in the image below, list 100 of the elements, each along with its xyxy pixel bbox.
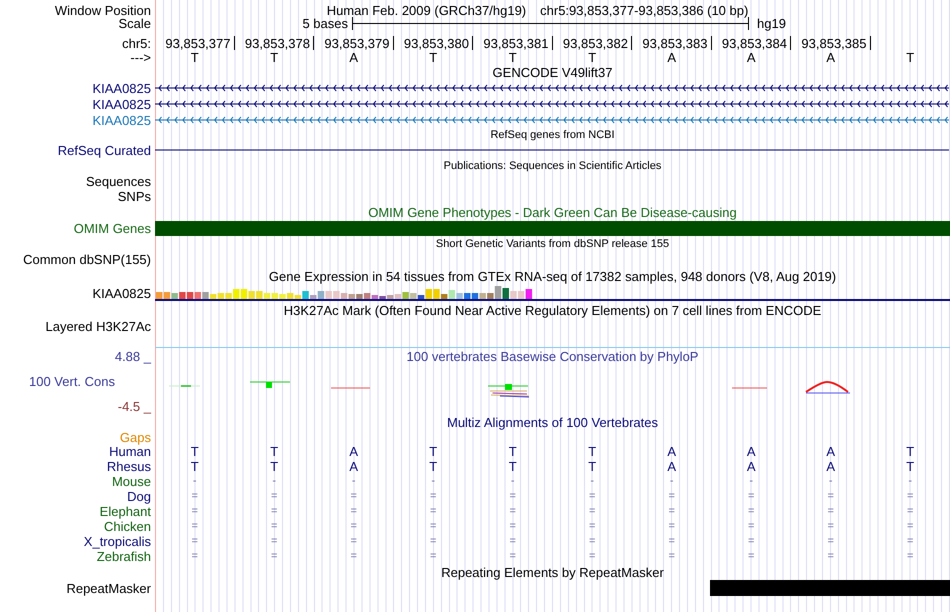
track-label[interactable]: Chicken (104, 520, 151, 533)
alignment-base: T (588, 445, 596, 458)
coordinate-label: 93,853,381 (483, 36, 548, 50)
tick-mark (392, 36, 394, 50)
alignment-base: = (510, 506, 516, 517)
alignment-base: A (667, 460, 676, 473)
alignment-base: = (668, 491, 675, 502)
alignment-base: A (667, 445, 676, 458)
alignment-base: - (352, 476, 356, 487)
coordinate-label: 93,853,379 (324, 36, 390, 50)
alignment-base: = (748, 506, 754, 517)
track-label[interactable]: OMIM Genes (74, 222, 151, 235)
alignment-base: A (349, 445, 358, 458)
tick-mark (710, 36, 712, 50)
alignment-base: = (271, 551, 278, 562)
track-label[interactable]: Common dbSNP(155) (23, 253, 151, 266)
alignment-base: T (270, 445, 278, 458)
alignment-base: = (192, 506, 198, 517)
alignment-base: = (192, 521, 198, 532)
base-letter: A (349, 50, 358, 64)
alignment-base: = (271, 536, 278, 547)
alignment-base: A (826, 460, 836, 473)
assembly-title: Human Feb. 2009 (GRCh37/hg19) (326, 4, 526, 16)
alignment-base: A (746, 460, 756, 473)
alignment-base: = (907, 551, 914, 562)
alignment-base: T (190, 460, 199, 473)
alignment-base: T (270, 460, 278, 473)
alignment-base: = (430, 521, 436, 532)
alignment-base: T (906, 460, 914, 473)
alignment-base: = (430, 551, 436, 562)
alignment-base: - (431, 476, 436, 487)
track-label[interactable]: KIAA0825 (92, 82, 151, 94)
track-label[interactable]: Layered H3K27Ac (45, 320, 151, 332)
track-label[interactable]: KIAA0825 (92, 114, 151, 126)
alignment-base: = (192, 536, 198, 547)
track-title: Gene Expression in 54 tissues from GTEx RNA-seq of 17382 samples, 948 donors (V8, Aug 2019) (268, 270, 836, 282)
track-label[interactable]: KIAA0825 (92, 98, 151, 110)
alignment-base: T (190, 445, 199, 458)
alignment-base: = (350, 491, 357, 502)
track-label[interactable]: Elephant (100, 505, 151, 518)
track-title: OMIM Gene Phenotypes - Dark Green Can Be Disease-causing (368, 206, 737, 219)
alignment-base: = (589, 506, 596, 517)
alignment-base: - (590, 476, 594, 487)
base-letter: A (826, 50, 836, 64)
alignment-base: = (430, 491, 436, 502)
track-title: GENCODE V49lift37 (492, 66, 612, 78)
alignment-base: = (510, 551, 516, 562)
track-label[interactable]: Mouse (112, 475, 151, 488)
alignment-base: = (828, 521, 834, 532)
track-label[interactable]: Rhesus (106, 460, 151, 473)
track-label[interactable]: X_tropicalis (84, 535, 151, 548)
alignment-base: - (272, 476, 276, 487)
alignment-base: - (908, 476, 912, 487)
base-letter: A (667, 50, 676, 64)
track-title: Short Genetic Variants from dbSNP release 155 (436, 238, 670, 250)
track-label[interactable]: RefSeq Curated (58, 144, 151, 156)
alignment-base: = (589, 551, 596, 562)
alignment-base: = (668, 506, 675, 517)
alignment-base: = (350, 506, 357, 517)
coordinate-label: 93,853,384 (722, 36, 787, 50)
alignment-base: = (430, 506, 436, 517)
track-label[interactable]: KIAA0825 (92, 286, 151, 300)
track-label[interactable]: RepeatMasker (66, 582, 151, 594)
alignment-base: = (589, 491, 596, 502)
alignment-base: = (350, 551, 357, 562)
alignment-base: T (508, 460, 517, 473)
strand-label: ---> (130, 50, 151, 64)
alignment-base: T (429, 445, 438, 458)
alignment-base: - (670, 476, 674, 487)
alignment-base: - (192, 476, 197, 487)
tick-mark (472, 36, 473, 50)
alignment-base: = (907, 491, 914, 502)
track-label[interactable]: Sequences (86, 175, 151, 188)
track-label[interactable]: 100 Vert. Cons (29, 375, 115, 388)
track-label[interactable]: Zebrafish (96, 550, 151, 563)
alignment-base: = (668, 521, 675, 532)
alignment-base: = (748, 491, 754, 502)
tick-mark (631, 36, 632, 50)
alignment-base: T (588, 460, 596, 473)
axis-max-label: 4.88 _ (114, 350, 151, 363)
track-label[interactable]: Dog (127, 490, 151, 503)
coordinate-label: 93,853,377 (165, 36, 230, 50)
alignment-base: - (749, 476, 754, 487)
alignment-base: = (907, 506, 914, 517)
track-label[interactable]: SNPs (118, 190, 151, 203)
alignment-base: A (349, 460, 358, 473)
track-label[interactable]: Human (109, 445, 151, 458)
coordinate-label: 93,853,382 (562, 36, 628, 50)
track-title: Publications: Sequences in Scientific Articles (444, 160, 662, 172)
alignment-base: = (828, 536, 834, 547)
coordinate-label: 93,853,383 (642, 36, 708, 50)
alignment-base: T (906, 445, 914, 458)
base-letter: T (508, 50, 517, 64)
alignment-base: = (907, 536, 914, 547)
alignment-base: - (510, 476, 515, 487)
base-letter: T (588, 50, 596, 64)
alignment-base: = (271, 521, 278, 532)
alignment-base: = (510, 491, 516, 502)
alignment-base: = (748, 536, 754, 547)
alignment-base: = (271, 506, 278, 517)
